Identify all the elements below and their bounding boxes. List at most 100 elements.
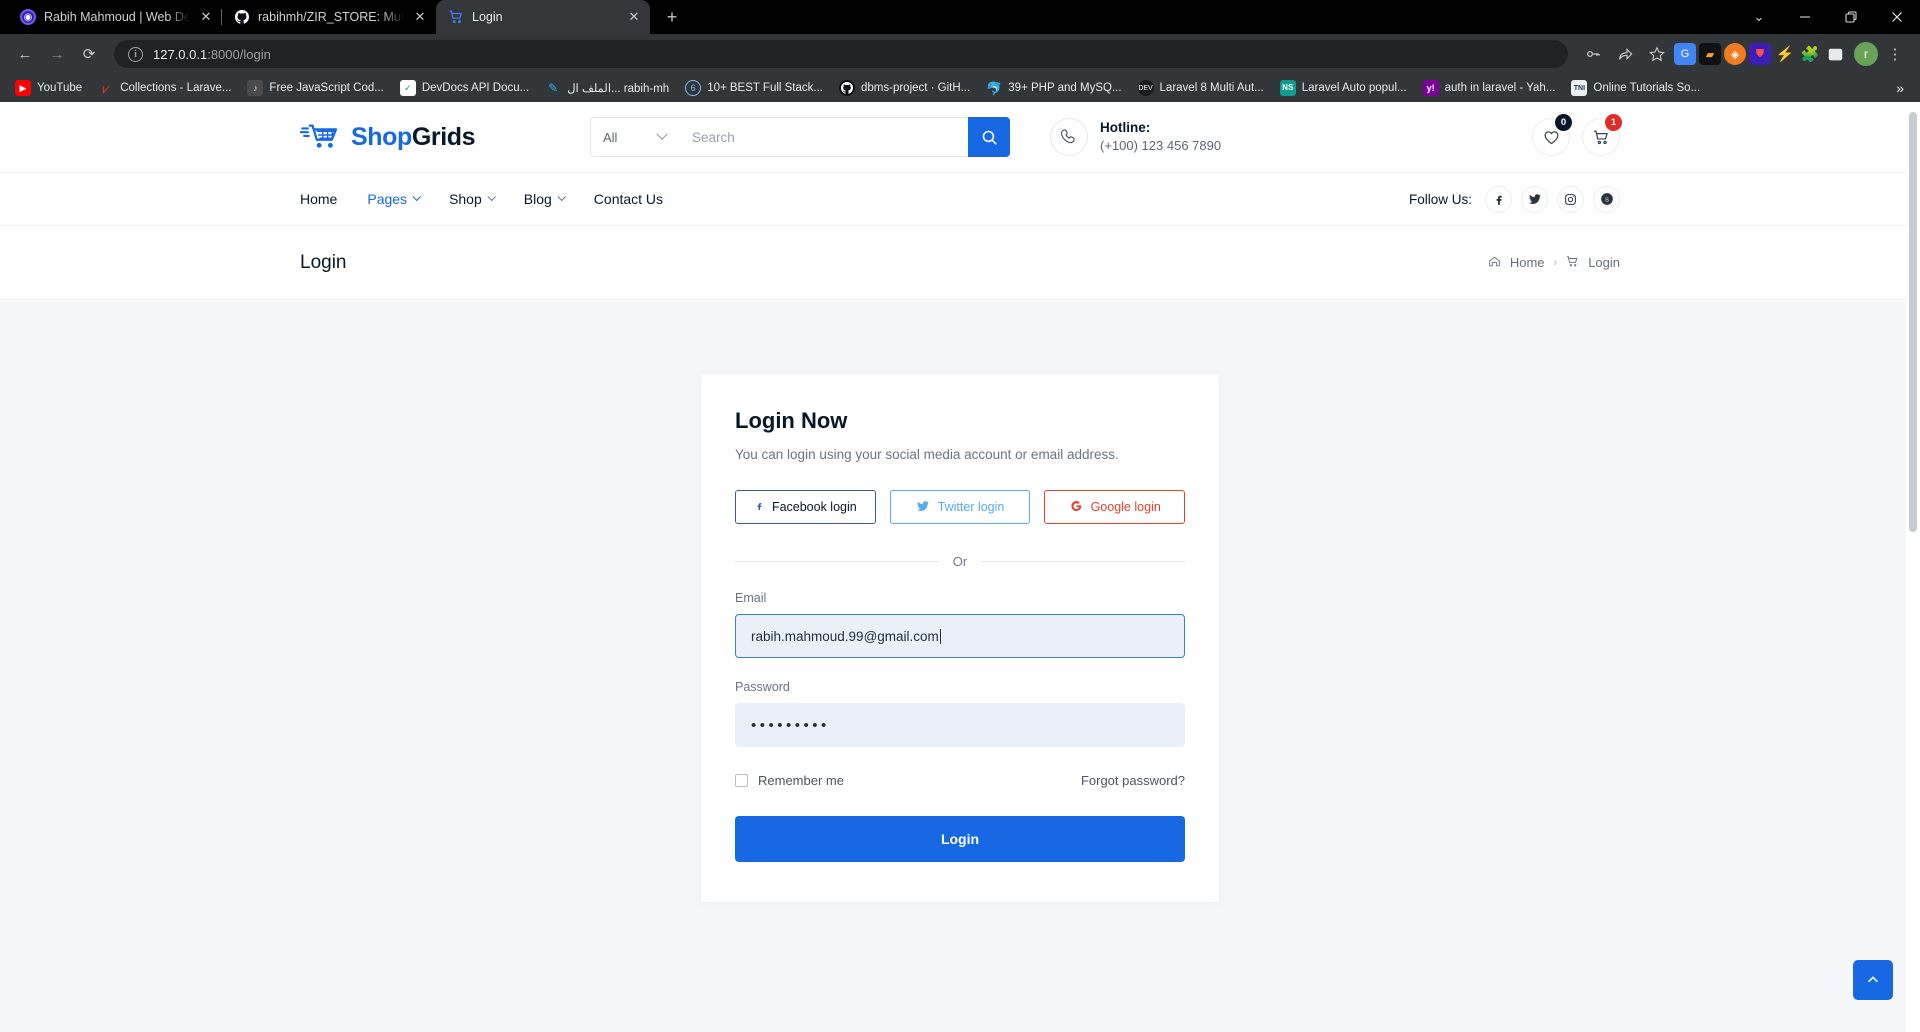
nav-item-contact-us[interactable]: Contact Us [594, 191, 663, 207]
hotline-title: Hotline: [1100, 120, 1151, 136]
wishlist-button[interactable]: 0 [1532, 114, 1572, 156]
nav-item-shop[interactable]: Shop [449, 191, 496, 207]
password-field-group: Password ••••••••• [735, 680, 1185, 747]
browser-menu-button[interactable]: ⋮ [1880, 39, 1910, 69]
close-icon[interactable]: ✕ [198, 9, 214, 25]
skype-icon[interactable]: S [1593, 185, 1620, 213]
search-category-select[interactable]: All [590, 117, 678, 157]
remember-row: Remember me Forgot password? [735, 773, 1185, 788]
key-icon[interactable] [1578, 39, 1608, 69]
js-icon: ♪ [247, 80, 264, 96]
scroll-to-top-button[interactable] [1853, 960, 1893, 1000]
extension-icons: G ▰ ◈ ⛊ ⚡ 🧩 [1674, 43, 1846, 65]
back-button[interactable]: ← [10, 39, 40, 69]
dark-reader-extension-icon[interactable]: ▰ [1699, 43, 1721, 65]
bookmark-item[interactable]: DEV Laravel 8 Multi Aut... [1131, 77, 1271, 99]
remember-me-checkbox[interactable]: Remember me [735, 773, 844, 788]
bookmark-item[interactable]: y! auth in laravel - Yah... [1416, 77, 1563, 99]
close-icon[interactable]: ✕ [412, 9, 428, 25]
translate-extension-icon[interactable]: G [1674, 43, 1696, 65]
phone-icon [1050, 118, 1088, 156]
browser-tab-3[interactable]: Login ✕ [436, 0, 650, 34]
sidepanel-icon[interactable] [1824, 43, 1846, 65]
twitter-icon[interactable] [1521, 185, 1548, 213]
bookmark-item[interactable]: ✓ DevDocs API Docu... [393, 77, 536, 99]
site-info-icon[interactable]: i [128, 46, 143, 62]
bookmark-label: YouTube [37, 82, 83, 94]
breadcrumb-bar: Login Home › Login [0, 226, 1920, 300]
share-icon[interactable] [1610, 39, 1640, 69]
instagram-icon[interactable] [1557, 185, 1584, 213]
yahoo-icon: y! [1422, 80, 1439, 96]
bookmark-item[interactable]: ⩗ Collections - Larave... [91, 77, 238, 99]
hotline[interactable]: Hotline: (+100) 123 456 7890 [1050, 118, 1221, 156]
chevron-down-icon [656, 128, 668, 140]
nav-label: Contact Us [593, 191, 664, 207]
nav-item-home[interactable]: Home [300, 191, 337, 207]
new-tab-button[interactable]: + [658, 3, 686, 31]
bookmark-item[interactable]: TNI Online Tutorials So... [1564, 77, 1707, 99]
bookmarks-overflow-button[interactable]: » [1888, 80, 1912, 96]
logo-text-second: Grids [411, 122, 476, 151]
browser-tab-1[interactable]: ◉ Rabih Mahmoud | Web Develope ✕ [8, 0, 222, 34]
tab-strip: ◉ Rabih Mahmoud | Web Develope ✕ rabihmh… [0, 0, 1920, 34]
minimize-button[interactable] [1782, 0, 1828, 34]
cart-icon [1566, 255, 1579, 271]
login-submit-button[interactable]: Login [735, 816, 1185, 862]
site-header: ShopGrids All Search Hotline: (+100) 123… [0, 102, 1920, 172]
bookmark-label: Laravel Auto popul... [1301, 82, 1407, 94]
facebook-icon[interactable] [1485, 185, 1512, 213]
twitter-login-button[interactable]: Twitter login [889, 490, 1031, 524]
bookmark-item[interactable]: ♪ Free JavaScript Cod... [240, 77, 390, 99]
url-host: 127.0.0.1 [153, 46, 208, 62]
tab-search-icon[interactable]: ⌄ [1736, 0, 1782, 34]
search-button[interactable] [968, 117, 1010, 157]
scrollbar-thumb[interactable] [1909, 112, 1917, 532]
circle-icon: 6 [685, 80, 702, 96]
bookmark-item[interactable]: NS Laravel Auto popul... [1273, 77, 1414, 99]
maximize-restore-button[interactable] [1828, 0, 1874, 34]
bookmark-item[interactable]: ✎ الملف ال... rabih-mh [538, 77, 676, 99]
address-bar[interactable]: i 127.0.0.1:8000/login [114, 40, 1568, 68]
forgot-password-link[interactable]: Forgot password? [1081, 773, 1185, 788]
close-window-button[interactable] [1874, 0, 1920, 34]
search-input[interactable]: Search [678, 117, 968, 157]
social-login-row: Facebook login Twitter login Google logi… [735, 490, 1186, 524]
checkbox-icon[interactable] [735, 774, 748, 787]
bookmark-label: 10+ BEST Full Stack... [707, 82, 823, 94]
avatar[interactable]: r [1854, 42, 1878, 66]
php-icon: 🐬 [986, 80, 1003, 96]
feather-icon: ✎ [548, 81, 559, 95]
site-logo[interactable]: ShopGrids [299, 120, 590, 155]
browser-tab-2[interactable]: rabihmh/ZIR_STORE: Multi vendo ✕ [221, 0, 436, 34]
nav-item-pages[interactable]: Pages [367, 191, 422, 207]
bitwarden-extension-icon[interactable]: ⛊ [1749, 43, 1771, 65]
breadcrumb-home-link[interactable]: Home [1510, 255, 1545, 270]
url-path: :8000/login [207, 46, 271, 62]
twitter-icon [916, 499, 930, 516]
close-icon[interactable]: ✕ [626, 9, 642, 25]
bookmark-item[interactable]: 🐬 39+ PHP and MySQ... [979, 77, 1128, 99]
bookmark-item[interactable]: 6 10+ BEST Full Stack... [678, 77, 830, 99]
orange-extension-icon[interactable]: ◈ [1724, 43, 1746, 65]
reload-button[interactable]: ⟳ [74, 39, 104, 69]
google-login-button[interactable]: Google login [1044, 490, 1186, 524]
password-input[interactable]: ••••••••• [735, 703, 1185, 747]
puzzle-extensions-icon[interactable]: 🧩 [1799, 43, 1821, 65]
breadcrumb: Home › Login [1488, 255, 1620, 271]
page-scrollbar[interactable] [1906, 102, 1920, 1032]
password-value: ••••••••• [751, 716, 830, 734]
bookmark-item[interactable]: dbms-project · GitH... [832, 77, 977, 99]
cart-button[interactable]: 1 [1582, 114, 1622, 156]
github-icon [839, 80, 855, 96]
nav-item-blog[interactable]: Blog [524, 191, 566, 207]
lightning-extension-icon[interactable]: ⚡ [1774, 43, 1796, 65]
facebook-login-button[interactable]: Facebook login [735, 490, 876, 524]
email-input[interactable]: rabih.mahmoud.99@gmail.com [735, 614, 1185, 658]
bookmark-label: auth in laravel - Yah... [1444, 82, 1556, 94]
forward-button[interactable]: → [42, 39, 72, 69]
or-divider: Or [735, 554, 1186, 569]
bookmark-item[interactable]: ▶ YouTube [8, 77, 89, 99]
email-field-group: Email rabih.mahmoud.99@gmail.com [735, 591, 1185, 658]
star-icon[interactable] [1642, 39, 1672, 69]
